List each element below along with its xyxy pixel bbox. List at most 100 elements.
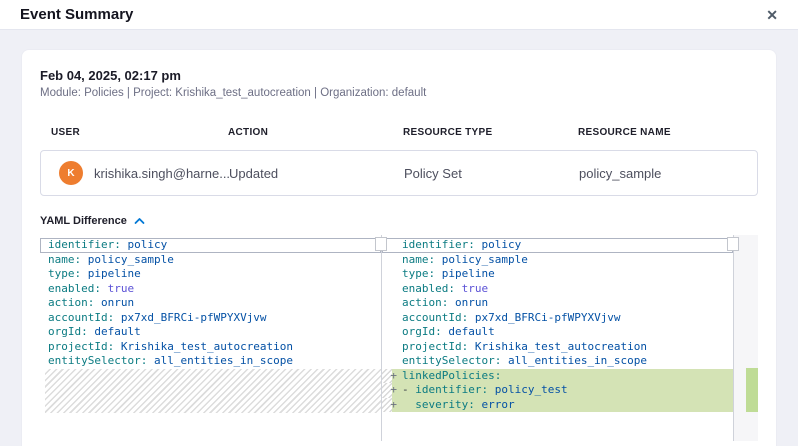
yaml-key: type:	[402, 267, 442, 280]
yaml-key: severity:	[415, 398, 481, 411]
code-line: identifier: policy	[40, 238, 381, 253]
original-code-lines: identifier: policyname: policy_sampletyp…	[40, 238, 381, 369]
yaml-value: default	[94, 325, 140, 338]
yaml-value: all_entities_in_scope	[154, 354, 293, 367]
code-line: orgId: default	[382, 325, 733, 340]
yaml-value: true	[462, 282, 489, 295]
code-text: severity: error	[402, 398, 515, 413]
yaml-value: px7xd_BFRCi-pfWPYXVjvw	[121, 311, 267, 324]
code-text: projectId: Krishika_test_autocreation	[48, 340, 293, 355]
code-line: enabled: true	[40, 282, 381, 297]
action-value: Updated	[229, 166, 404, 181]
column-header-action: ACTION	[228, 127, 403, 138]
code-text: orgId: default	[402, 325, 495, 340]
close-icon: ✕	[766, 7, 778, 23]
column-header-resource-name: RESOURCE NAME	[578, 127, 758, 138]
code-line: action: onrun	[382, 296, 733, 311]
diff-gutter-marker	[382, 311, 402, 326]
diff-gutter-marker: +	[382, 383, 402, 398]
yaml-value: pipeline	[88, 267, 141, 280]
column-header-resource-type: RESOURCE TYPE	[403, 127, 578, 138]
table-row: K krishika.singh@harne... Updated Policy…	[40, 150, 758, 196]
code-line: +- identifier: policy_test	[382, 383, 733, 398]
event-timestamp: Feb 04, 2025, 02:17 pm	[40, 68, 758, 83]
overview-ruler	[734, 235, 758, 441]
diff-gutter-marker	[382, 325, 402, 340]
code-line: type: pipeline	[382, 267, 733, 282]
yaml-value: error	[481, 398, 514, 411]
yaml-value: policy_sample	[442, 253, 528, 266]
diff-gutter-marker	[382, 354, 402, 369]
yaml-key: action:	[402, 296, 455, 309]
yaml-value: policy_sample	[88, 253, 174, 266]
yaml-difference-label: YAML Difference	[40, 215, 127, 227]
yaml-value: policy_test	[495, 383, 568, 396]
diff-gutter-marker	[382, 296, 402, 311]
diff-gutter-marker	[382, 253, 402, 268]
yaml-value: default	[448, 325, 494, 338]
column-header-user: USER	[51, 127, 228, 138]
yaml-key: linkedPolicies:	[402, 369, 501, 382]
yaml-key: identifier:	[402, 238, 481, 251]
code-text: identifier: policy	[402, 238, 521, 253]
yaml-value: true	[108, 282, 135, 295]
yaml-key: action:	[48, 296, 101, 309]
diff-gutter-marker	[382, 267, 402, 282]
close-button[interactable]: ✕	[762, 6, 782, 24]
yaml-key: projectId:	[48, 340, 121, 353]
code-text: enabled: true	[402, 282, 488, 297]
modal-body: Feb 04, 2025, 02:17 pm Module: Policies …	[0, 30, 798, 446]
yaml-key: accountId:	[48, 311, 121, 324]
yaml-key: identifier:	[415, 383, 494, 396]
code-text: projectId: Krishika_test_autocreation	[402, 340, 647, 355]
yaml-difference-toggle[interactable]: YAML Difference	[40, 215, 758, 227]
yaml-key: entitySelector:	[402, 354, 508, 367]
diff-pane-modified[interactable]: identifier: policyname: policy_sampletyp…	[381, 235, 734, 441]
overview-ruler-added-marker	[746, 368, 758, 412]
code-text: name: policy_sample	[402, 253, 528, 268]
right-scrollbar-slider[interactable]	[727, 237, 739, 251]
diff-gutter-marker: +	[382, 369, 402, 384]
code-line: + severity: error	[382, 398, 733, 413]
code-line: projectId: Krishika_test_autocreation	[40, 340, 381, 355]
yaml-key: name:	[402, 253, 442, 266]
yaml-value: Krishika_test_autocreation	[121, 340, 293, 353]
code-line: identifier: policy	[382, 238, 733, 253]
yaml-value: px7xd_BFRCi-pfWPYXVjvw	[475, 311, 621, 324]
diff-gutter-marker	[382, 340, 402, 355]
avatar: K	[59, 161, 83, 185]
code-line: type: pipeline	[40, 267, 381, 282]
code-line: orgId: default	[40, 325, 381, 340]
yaml-key: type:	[48, 267, 88, 280]
code-text: - identifier: policy_test	[402, 383, 568, 398]
table-header-row: USER ACTION RESOURCE TYPE RESOURCE NAME	[40, 127, 758, 138]
yaml-value: onrun	[101, 296, 134, 309]
chevron-up-icon[interactable]	[134, 217, 145, 225]
code-text: action: onrun	[402, 296, 488, 311]
yaml-value: policy	[127, 238, 167, 251]
left-scrollbar-slider[interactable]	[375, 237, 387, 251]
modal-header: Event Summary ✕	[0, 0, 798, 30]
user-cell: K krishika.singh@harne...	[59, 161, 229, 185]
code-text: entitySelector: all_entities_in_scope	[48, 354, 293, 369]
code-line: name: policy_sample	[382, 253, 733, 268]
yaml-diff-editor: identifier: policyname: policy_sampletyp…	[40, 235, 758, 441]
resource-name-value: policy_sample	[579, 166, 757, 181]
code-text: action: onrun	[48, 296, 134, 311]
code-text: type: pipeline	[48, 267, 141, 282]
code-line: action: onrun	[40, 296, 381, 311]
yaml-value: all_entities_in_scope	[508, 354, 647, 367]
modified-code-lines: identifier: policyname: policy_sampletyp…	[382, 238, 733, 412]
code-text: enabled: true	[48, 282, 134, 297]
yaml-key: name:	[48, 253, 88, 266]
code-line: enabled: true	[382, 282, 733, 297]
resource-type-value: Policy Set	[404, 166, 579, 181]
code-text: name: policy_sample	[48, 253, 174, 268]
code-line: accountId: px7xd_BFRCi-pfWPYXVjvw	[382, 311, 733, 326]
diff-gutter-marker: +	[382, 398, 402, 413]
user-email: krishika.singh@harne...	[94, 166, 229, 181]
event-meta: Module: Policies | Project: Krishika_tes…	[40, 87, 758, 99]
code-text: entitySelector: all_entities_in_scope	[402, 354, 647, 369]
diff-pane-original[interactable]: identifier: policyname: policy_sampletyp…	[40, 235, 381, 441]
yaml-value: pipeline	[442, 267, 495, 280]
